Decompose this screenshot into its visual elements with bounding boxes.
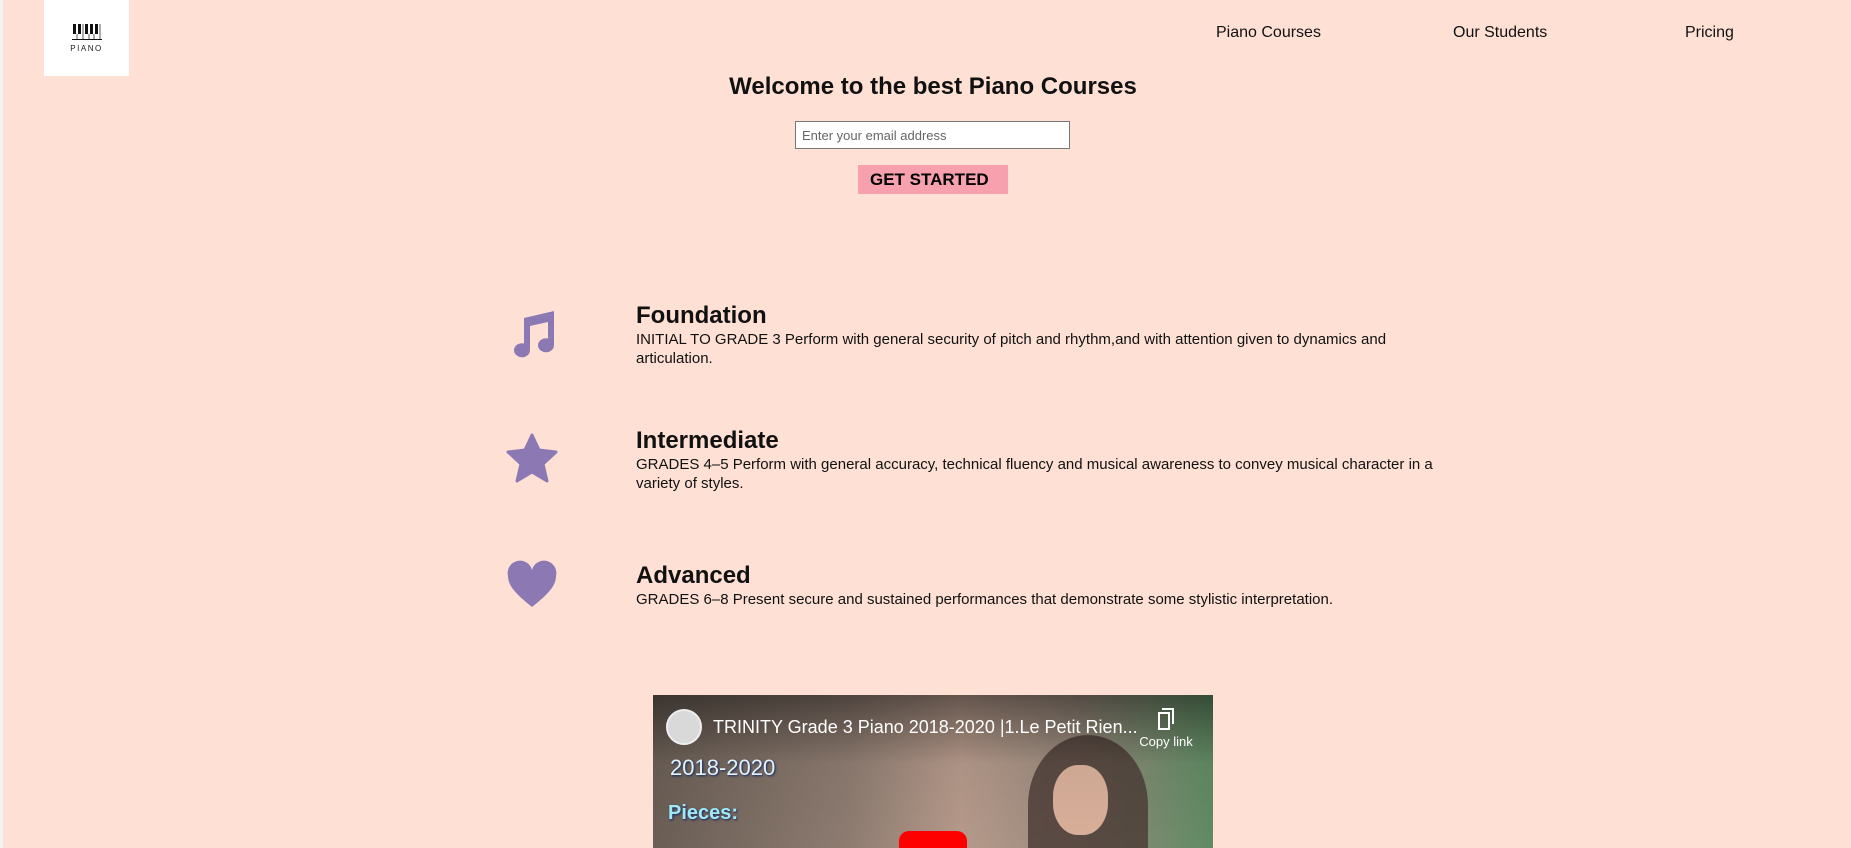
video-overlay-text: 2018-2020: [670, 755, 776, 780]
feature-title: Foundation: [636, 302, 767, 329]
video-overlay-text: Pieces:: [668, 802, 739, 824]
feature-title: Advanced: [636, 562, 751, 589]
copy-link-button[interactable]: Copy link: [1134, 708, 1198, 749]
play-button[interactable]: [899, 831, 967, 848]
nav-link-piano-courses[interactable]: Piano Courses: [1216, 24, 1321, 42]
feature-description: GRADES 6–8 Present secure and sustained …: [636, 591, 1334, 608]
feature-title: Intermediate: [636, 427, 779, 454]
piano-keys-icon: [71, 23, 102, 40]
feature-description: INITIAL TO GRADE 3 Perform with general …: [636, 331, 1387, 367]
site-logo[interactable]: PIANO: [44, 0, 129, 76]
star-icon: [506, 433, 558, 485]
copy-icon: [1158, 708, 1174, 730]
logo-text: PIANO: [70, 43, 103, 53]
nav-link-pricing[interactable]: Pricing: [1685, 24, 1734, 42]
nav-link-our-students[interactable]: Our Students: [1453, 24, 1547, 42]
channel-avatar[interactable]: [666, 709, 702, 745]
hero-title: Welcome to the best Piano Courses: [729, 73, 1137, 100]
youtube-video-embed[interactable]: TRINITY Grade 3 Piano 2018-2020 |1.Le Pe…: [653, 695, 1213, 848]
copy-link-label: Copy link: [1139, 734, 1193, 749]
page-left-border: [0, 0, 3, 848]
get-started-button[interactable]: GET STARTED: [858, 165, 1008, 194]
music-note-icon: [506, 308, 558, 360]
video-title[interactable]: TRINITY Grade 3 Piano 2018-2020 |1.Le Pe…: [713, 717, 1138, 738]
heart-icon: [506, 560, 558, 612]
email-input[interactable]: [795, 121, 1070, 149]
feature-description: GRADES 4–5 Perform with general accuracy…: [636, 456, 1433, 492]
